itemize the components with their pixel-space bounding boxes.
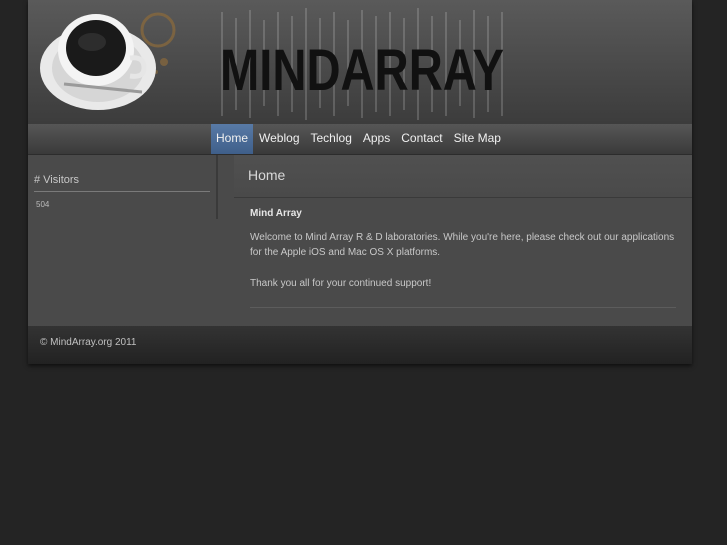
main-content: Home Mind Array Welcome to Mind Array R … bbox=[234, 155, 692, 325]
nav-item-techlog[interactable]: Techlog bbox=[306, 124, 357, 154]
page-container: MINDARRAY Home Weblog Techlog Apps Conta… bbox=[28, 0, 692, 364]
nav-item-apps[interactable]: Apps bbox=[358, 124, 395, 154]
nav-item-site-map[interactable]: Site Map bbox=[449, 124, 506, 154]
nav-item-weblog[interactable]: Weblog bbox=[254, 124, 304, 154]
site-header: MINDARRAY bbox=[28, 0, 692, 124]
site-logo-text: MINDARRAY bbox=[220, 38, 504, 103]
nav-item-contact[interactable]: Contact bbox=[396, 124, 447, 154]
article-paragraph-welcome: Welcome to Mind Array R & D laboratories… bbox=[250, 232, 675, 258]
site-footer: © MindArray.org 2011 bbox=[28, 326, 692, 364]
site-logo: MINDARRAY bbox=[220, 8, 504, 120]
page-title-bar: Home bbox=[234, 155, 692, 198]
visitors-title: # Visitors bbox=[34, 174, 210, 192]
page-title: Home bbox=[248, 167, 286, 183]
coffee-cup-icon bbox=[40, 12, 176, 110]
visitors-count: 504 bbox=[36, 200, 50, 209]
nav-list: Home Weblog Techlog Apps Contact Site Ma… bbox=[211, 124, 507, 154]
article-paragraph-thanks: Thank you all for your continued support… bbox=[250, 278, 432, 289]
nav-item-home[interactable]: Home bbox=[211, 124, 254, 154]
sidebar: # Visitors 504 bbox=[28, 155, 218, 219]
main-nav: Home Weblog Techlog Apps Contact Site Ma… bbox=[28, 124, 692, 155]
article-divider bbox=[250, 307, 676, 308]
footer-copyright: © MindArray.org 2011 bbox=[40, 337, 137, 348]
article-heading: Mind Array bbox=[250, 208, 302, 219]
